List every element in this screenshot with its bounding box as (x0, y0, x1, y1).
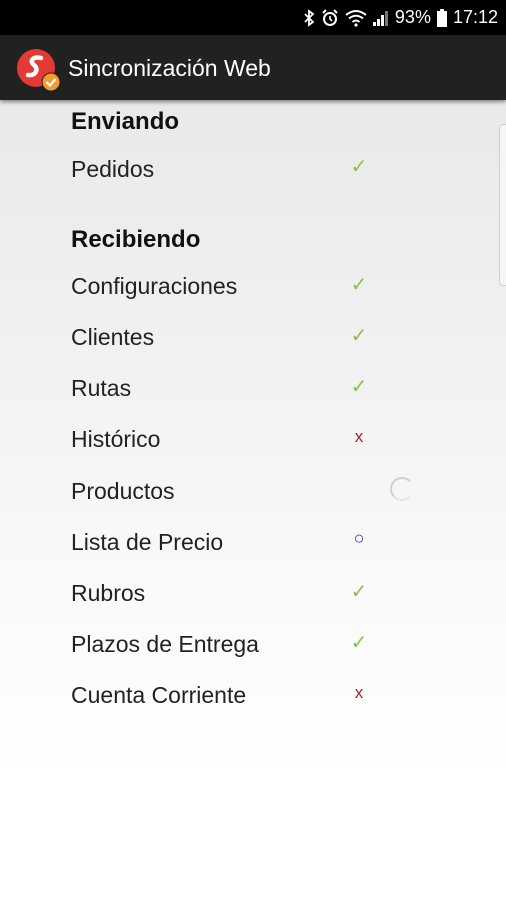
sync-item-configuraciones: Configuraciones (71, 273, 238, 299)
sync-list: Enviando Pedidos ✓ Recibiendo Configurac… (0, 100, 506, 900)
status-ok-icon: ✓ (350, 632, 368, 654)
sync-item-lista-de-precio: Lista de Precio (71, 529, 224, 555)
sync-item-productos: Productos (71, 478, 175, 504)
sync-item-plazos-de-entrega: Plazos de Entrega (71, 631, 259, 657)
status-ok-icon: ✓ (350, 376, 368, 398)
battery-percent: 93% (394, 7, 431, 27)
status-ok-icon: ✓ (350, 581, 368, 603)
sync-item-rubros: Rubros (71, 580, 146, 606)
signal-icon (372, 9, 389, 27)
battery-icon (436, 8, 447, 27)
app-logo-icon (16, 47, 62, 93)
wifi-icon (345, 9, 367, 27)
sync-item-clientes: Clientes (71, 324, 155, 350)
sync-item-cuenta-corriente: Cuenta Corriente (71, 682, 247, 708)
sync-item-rutas: Rutas (71, 375, 132, 401)
section-title-enviando: Enviando (71, 108, 180, 135)
sync-item-historico: Histórico (71, 426, 161, 452)
status-error-icon: x (354, 427, 364, 446)
status-pending-icon: ○ (353, 528, 365, 548)
status-bar: 93% 17:12 (0, 0, 506, 35)
loading-spinner-icon (390, 477, 414, 501)
app-bar: Sincronización Web (0, 35, 506, 100)
bluetooth-icon (303, 8, 315, 27)
status-ok-icon: ✓ (350, 156, 368, 178)
status-ok-icon: ✓ (350, 274, 368, 296)
status-ok-icon: ✓ (350, 325, 368, 347)
clock: 17:12 (452, 7, 498, 27)
status-error-icon: x (354, 683, 364, 702)
section-title-recibiendo: Recibiendo (71, 226, 201, 253)
app-title: Sincronización Web (68, 55, 271, 81)
scrollbar[interactable] (499, 124, 506, 286)
sync-item-pedidos: Pedidos (71, 156, 155, 182)
status-icons: 93% 17:12 (303, 0, 498, 35)
alarm-icon (321, 8, 339, 27)
